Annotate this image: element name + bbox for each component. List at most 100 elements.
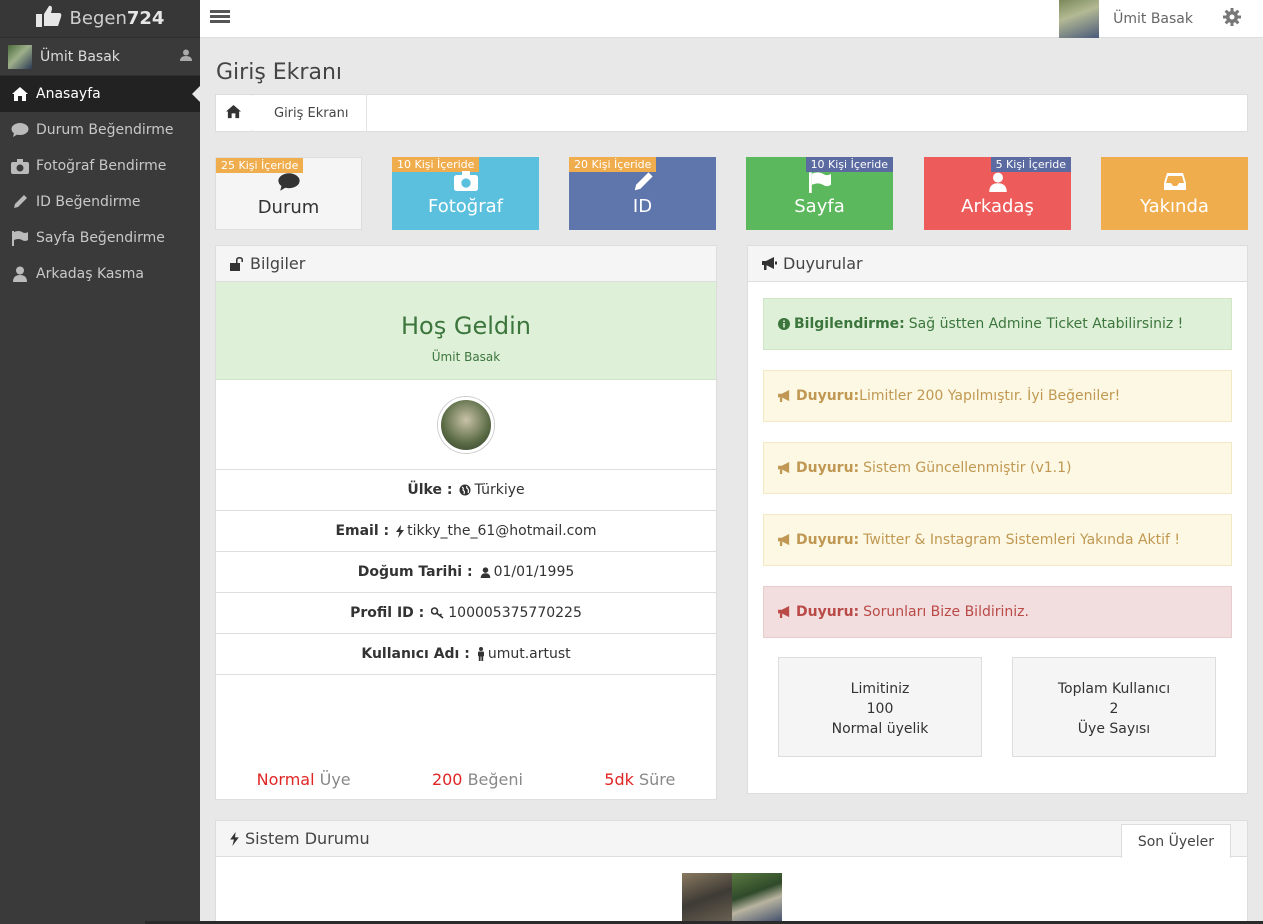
info-label: Ülke : bbox=[407, 482, 453, 498]
stat-membership: Normal Üye bbox=[257, 770, 351, 789]
alert-text: Limitler 200 Yapılmıştır. İyi Beğeniler! bbox=[859, 388, 1121, 404]
stat-label: Süre bbox=[638, 770, 676, 789]
alert-title: Bilgilendirme: bbox=[794, 316, 905, 332]
well-line: Normal üyelik bbox=[831, 721, 929, 737]
profile-picture-area bbox=[216, 380, 716, 470]
inbox-icon bbox=[1101, 171, 1248, 191]
avatar bbox=[8, 44, 32, 69]
menu-icon[interactable] bbox=[210, 10, 230, 26]
stat-label: Beğeni bbox=[467, 770, 523, 789]
pencil-icon bbox=[569, 171, 716, 193]
welcome-box: Hoş Geldin Ümit Basak bbox=[216, 282, 716, 380]
alert-text: Twitter & Instagram Sistemleri Yakında A… bbox=[863, 532, 1181, 548]
user-icon bbox=[180, 49, 192, 65]
bullhorn-icon bbox=[778, 534, 792, 546]
sidebar-user-name: Ümit Basak bbox=[40, 48, 120, 65]
flag-icon bbox=[746, 171, 893, 193]
sidebar: Begen 724 Ümit Basak Anasayfa Durum Beğen… bbox=[0, 0, 200, 924]
info-value: 01/01/1995 bbox=[493, 564, 575, 580]
breadcrumb-home[interactable] bbox=[216, 95, 261, 131]
info-row-email: Email : tikky_the_61@hotmail.com bbox=[216, 511, 716, 552]
unlock-icon bbox=[230, 256, 244, 271]
user-icon bbox=[924, 171, 1071, 193]
info-label: Email : bbox=[335, 523, 390, 539]
alert-announcement: Duyuru: Twitter & Instagram Sistemleri Y… bbox=[763, 514, 1232, 566]
alert-info: Bilgilendirme: Sağ üstten Admine Ticket … bbox=[763, 298, 1232, 350]
alert-text: Sistem Güncellenmiştir (v1.1) bbox=[863, 460, 1072, 476]
user-stats: Normal Üye 200 Beğeni 5dk Süre bbox=[216, 770, 716, 789]
sidebar-item-arkadas[interactable]: Arkadaş Kasma bbox=[0, 256, 200, 292]
member-avatar[interactable] bbox=[682, 873, 732, 923]
info-circle-icon bbox=[778, 318, 790, 330]
sidebar-item-id[interactable]: ID Beğendirme bbox=[0, 184, 200, 220]
announcements-panel: Duyurular Bilgilendirme: Sağ üstten Admi… bbox=[747, 245, 1248, 794]
tile-durum[interactable]: 25 Kişi İçeride Durum bbox=[215, 157, 362, 230]
user-icon bbox=[480, 566, 491, 578]
key-icon bbox=[431, 607, 445, 619]
panel-heading: Sistem Durumu Son Üyeler bbox=[216, 821, 1247, 858]
camera-icon bbox=[10, 158, 30, 174]
avatar bbox=[1059, 0, 1100, 38]
stat-duration: 5dk Süre bbox=[604, 770, 675, 789]
bullhorn-icon bbox=[778, 462, 792, 474]
tile-badge: 20 Kişi İçeride bbox=[569, 157, 657, 172]
comment-icon bbox=[216, 172, 361, 192]
stat-value: 200 bbox=[431, 770, 463, 789]
top-user-menu[interactable]: Ümit Basak bbox=[1059, 0, 1263, 38]
sidebar-item-sayfa[interactable]: Sayfa Beğendirme bbox=[0, 220, 200, 256]
sidebar-item-fotograf[interactable]: Fotoğraf Bendirme bbox=[0, 148, 200, 184]
info-value: tikky_the_61@hotmail.com bbox=[407, 523, 597, 539]
alert-announcement: Duyuru: Limitler 200 Yapılmıştır. İyi Be… bbox=[763, 370, 1232, 422]
stat-likes: 200 Beğeni bbox=[432, 770, 523, 789]
bullhorn-icon bbox=[762, 257, 777, 270]
brand-name-light: Begen bbox=[69, 8, 127, 29]
info-row-profile-id: Profil ID : 100005375770225 bbox=[216, 593, 716, 634]
alert-text: Sağ üstten Admine Ticket Atabilirsiniz ! bbox=[908, 316, 1184, 332]
sidebar-item-durum[interactable]: Durum Beğendirme bbox=[0, 112, 200, 148]
tile-arkadas[interactable]: 5 Kişi İçeride Arkadaş bbox=[924, 157, 1071, 230]
panel-heading: Duyurular bbox=[748, 246, 1247, 282]
tile-fotograf[interactable]: 10 Kişi İçeride Fotoğraf bbox=[392, 157, 539, 230]
well-line: 100 bbox=[866, 701, 894, 717]
info-row-country: Ülke : Türkiye bbox=[216, 470, 716, 511]
limit-well: Limitiniz 100 Normal üyelik bbox=[778, 657, 982, 757]
member-avatar[interactable] bbox=[732, 873, 782, 923]
bullhorn-icon bbox=[778, 390, 792, 402]
info-value: Türkiye bbox=[474, 482, 525, 498]
sidebar-item-label: Anasayfa bbox=[36, 86, 101, 102]
tile-sayfa[interactable]: 10 Kişi İçeride Sayfa bbox=[746, 157, 893, 230]
tile-yakinda[interactable]: Yakında bbox=[1101, 157, 1248, 230]
tile-label: Yakında bbox=[1140, 196, 1209, 217]
thumbs-up-icon bbox=[35, 5, 62, 32]
camera-icon bbox=[392, 171, 539, 191]
tile-label: Arkadaş bbox=[961, 196, 1034, 217]
sidebar-item-label: Durum Beğendirme bbox=[36, 122, 174, 138]
alert-title: Duyuru: bbox=[796, 604, 860, 620]
breadcrumb: Giriş Ekranı bbox=[215, 94, 1248, 132]
info-label: Kullanıcı Adı : bbox=[361, 646, 470, 662]
tile-badge: 5 Kişi İçeride bbox=[990, 157, 1071, 172]
flag-icon bbox=[10, 230, 30, 246]
alert-announcement: Duyuru: Sorunları Bize Bildiriniz. bbox=[763, 586, 1232, 638]
sidebar-item-label: Sayfa Beğendirme bbox=[36, 230, 165, 246]
welcome-name: Ümit Basak bbox=[431, 350, 501, 364]
alert-title: Duyuru: bbox=[796, 532, 860, 548]
gear-icon[interactable] bbox=[1223, 8, 1241, 30]
sidebar-item-anasayfa[interactable]: Anasayfa bbox=[0, 76, 200, 112]
tile-label: ID bbox=[632, 196, 653, 217]
tile-id[interactable]: 20 Kişi İçeride ID bbox=[569, 157, 716, 230]
breadcrumb-current[interactable]: Giriş Ekranı bbox=[252, 95, 368, 131]
well-line: Üye Sayısı bbox=[1077, 721, 1151, 737]
bolt-icon bbox=[230, 831, 239, 846]
tab-son-uyeler[interactable]: Son Üyeler bbox=[1120, 824, 1231, 858]
bullhorn-icon bbox=[778, 606, 792, 618]
globe-icon bbox=[459, 484, 471, 496]
alert-title: Duyuru: bbox=[796, 388, 860, 404]
brand-logo[interactable]: Begen 724 bbox=[0, 0, 200, 38]
sidebar-user[interactable]: Ümit Basak bbox=[0, 38, 200, 76]
info-label: Profil ID : bbox=[350, 605, 425, 621]
info-row-username: Kullanıcı Adı : umut.artust bbox=[216, 634, 716, 675]
tile-label: Durum bbox=[257, 197, 320, 218]
brand-name-bold: 724 bbox=[126, 8, 165, 29]
tile-label: Fotoğraf bbox=[428, 196, 503, 217]
